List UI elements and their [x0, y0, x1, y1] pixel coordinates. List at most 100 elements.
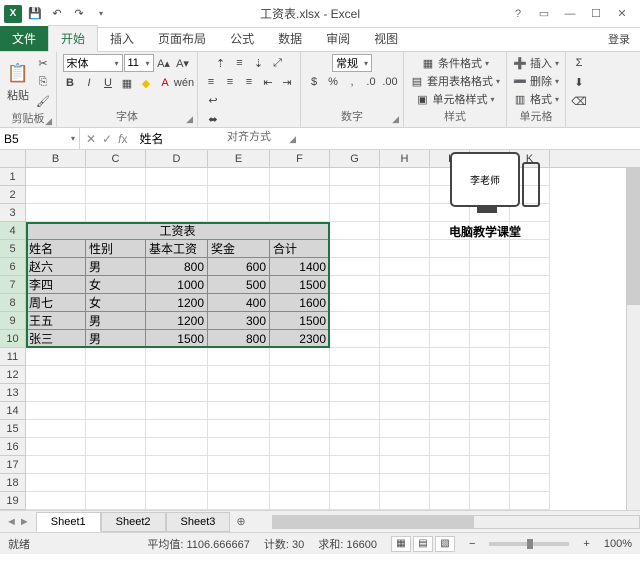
column-header[interactable]: E	[208, 150, 270, 167]
number-format-combo[interactable]: 常规▾	[332, 54, 372, 72]
cell[interactable]: 500	[208, 276, 270, 294]
clear-icon[interactable]: ⌫	[570, 92, 588, 110]
font-name-combo[interactable]: 宋体▾	[63, 54, 123, 72]
cell[interactable]: 600	[208, 258, 270, 276]
format-cells-button[interactable]: ▥格式▾	[511, 90, 561, 108]
cell[interactable]	[146, 492, 208, 510]
fx-icon[interactable]: fx	[118, 132, 127, 146]
cell[interactable]	[510, 492, 550, 510]
row-header[interactable]: 18	[0, 474, 26, 492]
fill-color-icon[interactable]: ◆	[137, 74, 155, 92]
cell[interactable]	[470, 402, 510, 420]
zoom-out-icon[interactable]: −	[469, 538, 475, 550]
cell[interactable]: 周七	[26, 294, 86, 312]
cell[interactable]	[330, 276, 380, 294]
cell[interactable]	[330, 258, 380, 276]
cell[interactable]	[470, 438, 510, 456]
sheet-nav-next-icon[interactable]: ►	[19, 516, 30, 528]
border-icon[interactable]: ▦	[118, 74, 136, 92]
align-bottom-icon[interactable]: ⇣	[250, 54, 268, 72]
cell[interactable]	[470, 456, 510, 474]
cell[interactable]	[380, 258, 430, 276]
delete-cells-button[interactable]: ➖删除▾	[511, 72, 561, 90]
row-header[interactable]: 7	[0, 276, 26, 294]
cell[interactable]	[208, 402, 270, 420]
launcher-icon[interactable]: ◢	[186, 114, 193, 125]
cell[interactable]	[510, 276, 550, 294]
cell[interactable]: 王五	[26, 312, 86, 330]
cell[interactable]	[330, 240, 380, 258]
view-page-break-icon[interactable]: ▧	[435, 536, 455, 552]
cell[interactable]	[26, 438, 86, 456]
orientation-icon[interactable]: ⤢	[269, 54, 287, 72]
bold-icon[interactable]: B	[61, 74, 79, 92]
cell[interactable]	[380, 276, 430, 294]
column-header[interactable]: G	[330, 150, 380, 167]
cell[interactable]	[330, 204, 380, 222]
tab-review[interactable]: 审阅	[314, 26, 362, 51]
help-icon[interactable]: ?	[506, 4, 530, 24]
cut-icon[interactable]: ✂	[34, 54, 52, 72]
cell[interactable]	[270, 474, 330, 492]
sheet-tab[interactable]: Sheet3	[166, 512, 231, 532]
currency-icon[interactable]: $	[305, 73, 323, 91]
row-header[interactable]: 19	[0, 492, 26, 510]
row-header[interactable]: 8	[0, 294, 26, 312]
cell[interactable]	[330, 168, 380, 186]
cell[interactable]: 1500	[270, 276, 330, 294]
cell[interactable]	[330, 222, 380, 240]
sheet-tab[interactable]: Sheet2	[101, 512, 166, 532]
cell[interactable]	[86, 402, 146, 420]
cell[interactable]	[430, 330, 470, 348]
align-center-icon[interactable]: ≡	[221, 73, 239, 91]
cell[interactable]	[330, 186, 380, 204]
cell[interactable]: 性别	[86, 240, 146, 258]
cell[interactable]	[270, 456, 330, 474]
cell[interactable]	[208, 366, 270, 384]
excel-icon[interactable]: X	[3, 4, 23, 24]
row-header[interactable]: 14	[0, 402, 26, 420]
cell[interactable]: 姓名	[26, 240, 86, 258]
cell[interactable]	[208, 420, 270, 438]
cell[interactable]	[380, 420, 430, 438]
cell[interactable]	[380, 384, 430, 402]
enter-formula-icon[interactable]: ✓	[102, 132, 112, 146]
cell[interactable]	[146, 366, 208, 384]
cell[interactable]	[26, 204, 86, 222]
row-header[interactable]: 15	[0, 420, 26, 438]
cell[interactable]	[86, 348, 146, 366]
name-box[interactable]: B5▾	[0, 128, 80, 149]
cancel-formula-icon[interactable]: ✕	[86, 132, 96, 146]
indent-increase-icon[interactable]: ⇥	[278, 73, 296, 91]
cell[interactable]	[86, 384, 146, 402]
cell[interactable]	[510, 294, 550, 312]
select-all-corner[interactable]	[0, 150, 26, 167]
align-right-icon[interactable]: ≡	[240, 73, 258, 91]
cell[interactable]	[86, 366, 146, 384]
cell[interactable]	[86, 204, 146, 222]
column-header[interactable]: F	[270, 150, 330, 167]
cell[interactable]	[430, 312, 470, 330]
cell[interactable]	[208, 348, 270, 366]
cell[interactable]	[430, 456, 470, 474]
cell[interactable]: 合计	[270, 240, 330, 258]
comma-icon[interactable]: ,	[343, 73, 361, 91]
cell[interactable]	[430, 492, 470, 510]
row-header[interactable]: 1	[0, 168, 26, 186]
cell[interactable]	[270, 384, 330, 402]
indent-decrease-icon[interactable]: ⇤	[259, 73, 277, 91]
row-header[interactable]: 5	[0, 240, 26, 258]
cell[interactable]	[510, 258, 550, 276]
row-header[interactable]: 16	[0, 438, 26, 456]
cell[interactable]	[330, 456, 380, 474]
cell[interactable]	[380, 294, 430, 312]
cell[interactable]: 男	[86, 330, 146, 348]
cell[interactable]	[208, 492, 270, 510]
cell[interactable]	[430, 240, 470, 258]
cell[interactable]	[430, 384, 470, 402]
cell[interactable]	[380, 438, 430, 456]
cell[interactable]	[470, 276, 510, 294]
cell[interactable]	[510, 384, 550, 402]
row-header[interactable]: 2	[0, 186, 26, 204]
increase-font-icon[interactable]: A▴	[155, 54, 173, 72]
